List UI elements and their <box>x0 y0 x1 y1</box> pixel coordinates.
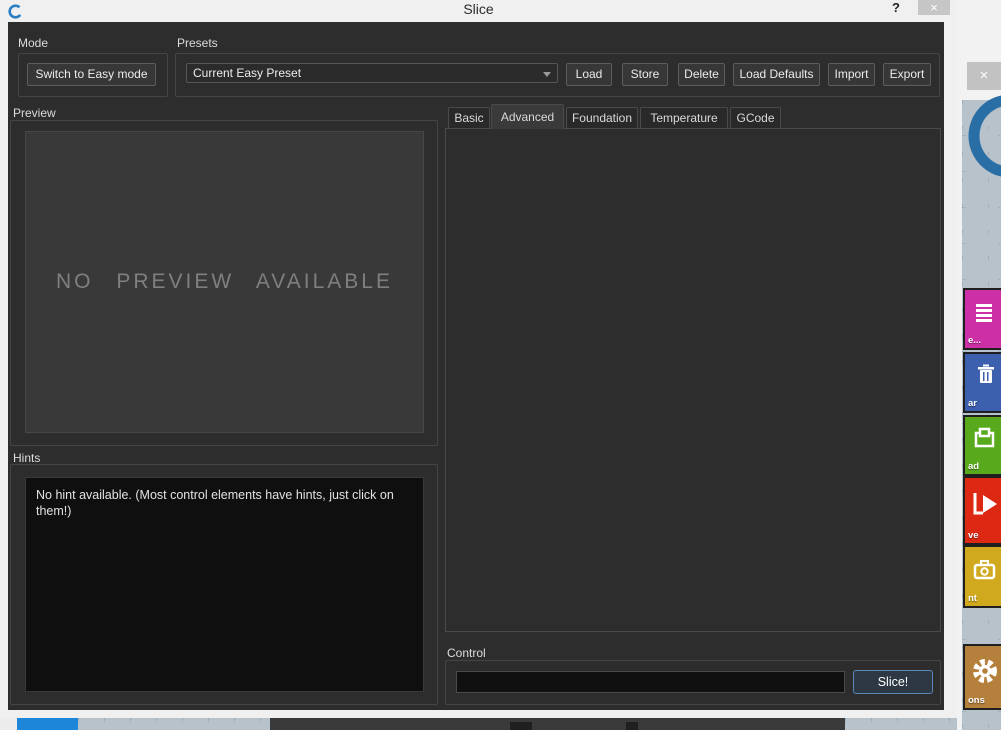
background-toolbar-item <box>626 722 638 730</box>
trash-icon <box>974 363 996 387</box>
dialog-title: Slice <box>0 1 957 17</box>
slice-layers-icon <box>976 302 992 324</box>
preview-area: NO PREVIEW AVAILABLE <box>25 131 424 433</box>
side-button-print[interactable]: nt <box>963 545 1001 608</box>
screen: × e... ar ad <box>0 0 1001 730</box>
side-button-options[interactable]: ons <box>963 644 1001 710</box>
options-gear-icon <box>972 658 998 684</box>
switch-easy-mode-button[interactable]: Switch to Easy mode <box>27 63 156 86</box>
hints-area: No hint available. (Most control element… <box>25 477 424 692</box>
close-button[interactable]: × <box>918 0 950 15</box>
panel-close-button[interactable]: × <box>967 62 1001 90</box>
load-preset-button[interactable]: Load <box>566 63 612 86</box>
chevron-down-icon <box>543 72 551 77</box>
background-toolbar <box>270 718 845 730</box>
tab-panel <box>445 128 941 632</box>
tab-foundation[interactable]: Foundation <box>566 107 638 128</box>
preset-dropdown[interactable]: Current Easy Preset <box>186 63 558 83</box>
tab-advanced[interactable]: Advanced <box>491 104 564 129</box>
no-preview-text: NO PREVIEW AVAILABLE <box>56 270 393 294</box>
side-button-slice[interactable]: e... <box>963 288 1001 350</box>
background-toolbar-item <box>510 722 532 730</box>
slice-button[interactable]: Slice! <box>853 670 933 694</box>
import-preset-button[interactable]: Import <box>828 63 875 86</box>
save-play-icon <box>973 491 998 517</box>
help-button[interactable]: ? <box>888 0 904 15</box>
store-preset-button[interactable]: Store <box>622 63 668 86</box>
export-preset-button[interactable]: Export <box>883 63 931 86</box>
delete-preset-button[interactable]: Delete <box>678 63 725 86</box>
side-button-save[interactable]: ve <box>963 476 1001 545</box>
tab-gcode[interactable]: GCode <box>730 107 781 128</box>
hint-text: No hint available. (Most control element… <box>36 488 394 518</box>
side-button-load[interactable]: ad <box>963 415 1001 476</box>
presets-group-label: Presets <box>177 36 218 50</box>
print-camera-icon <box>973 559 997 581</box>
tab-temperature[interactable]: Temperature <box>640 107 728 128</box>
preset-dropdown-value: Current Easy Preset <box>193 66 301 80</box>
mode-group-label: Mode <box>18 36 48 50</box>
hints-group-label: Hints <box>13 451 40 465</box>
control-group-label: Control <box>447 646 486 660</box>
background-blue-button <box>17 718 78 730</box>
background-grid-left <box>78 718 270 730</box>
tab-basic[interactable]: Basic <box>448 107 490 128</box>
load-box-icon <box>973 427 997 449</box>
craftware-bed-logo <box>962 94 1001 214</box>
slice-progress-bar <box>456 671 845 693</box>
load-defaults-button[interactable]: Load Defaults <box>733 63 820 86</box>
preview-group-label: Preview <box>13 106 56 120</box>
side-button-clear[interactable]: ar <box>963 352 1001 413</box>
